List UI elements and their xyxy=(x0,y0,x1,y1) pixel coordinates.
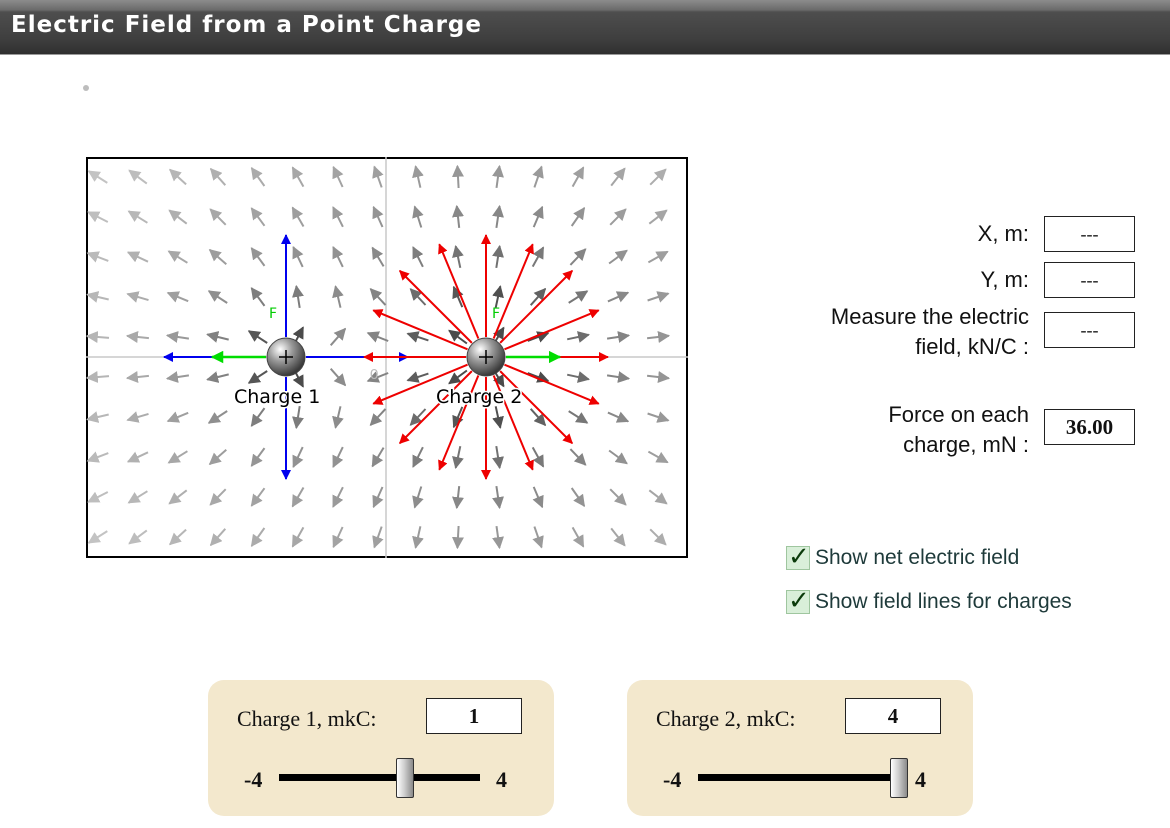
y-label: Y, m: xyxy=(980,267,1029,292)
field-canvas[interactable]: 0 Charge 1 Charge 2 F F xyxy=(86,157,688,558)
show-net-field-label[interactable]: Show net electric field xyxy=(815,546,1019,570)
charge2-force-label: F xyxy=(492,306,500,322)
charge1-slider-max: 4 xyxy=(496,767,507,792)
e-field-label-line2: field, kN/C : xyxy=(915,334,1029,359)
net-field-arrow xyxy=(451,164,464,189)
charge2-slider-track[interactable] xyxy=(698,774,899,781)
charge1-value-input[interactable]: 1 xyxy=(426,698,522,734)
e-field-label-line1: Measure the electric xyxy=(830,304,1029,329)
charge2-slider-min: -4 xyxy=(663,767,682,792)
charge2-value-input[interactable]: 4 xyxy=(845,698,941,734)
force-value: 36.00 xyxy=(1044,409,1135,445)
force-label-line2: charge, mN : xyxy=(903,432,1029,457)
charge1-label: Charge 1 xyxy=(234,386,320,408)
x-value: --- xyxy=(1044,216,1135,252)
checkbox-box[interactable]: ✓ xyxy=(786,586,810,616)
field-panel[interactable]: 0 Charge 1 Charge 2 F F xyxy=(86,157,688,558)
y-value: --- xyxy=(1044,262,1135,298)
show-net-field-checkbox[interactable]: ✓ Show net electric field xyxy=(786,542,1019,572)
charge1-slider-min: -4 xyxy=(244,767,263,792)
charge2-sphere[interactable] xyxy=(466,337,506,377)
charge2-label: Charge 2 xyxy=(436,386,522,408)
charge1-control-label: Charge 1, mkC: xyxy=(237,706,377,731)
force-label-line1: Force on each xyxy=(888,402,1029,427)
charge2-control-panel: Charge 2, mkC: 4 -4 4 xyxy=(627,680,973,816)
charge2-control-label: Charge 2, mkC: xyxy=(656,706,796,731)
app-title: Electric Field from a Point Charge xyxy=(11,12,482,38)
check-icon: ✓ xyxy=(788,586,810,616)
charge1-control-panel: Charge 1, mkC: 1 -4 4 xyxy=(208,680,554,816)
show-field-lines-checkbox[interactable]: ✓ Show field lines for charges xyxy=(786,586,1072,616)
charge1-force-label: F xyxy=(269,306,277,322)
show-field-lines-label[interactable]: Show field lines for charges xyxy=(815,590,1072,614)
e-field-value: --- xyxy=(1044,312,1135,348)
charge1-slider-track[interactable] xyxy=(279,774,480,781)
checkbox-box[interactable]: ✓ xyxy=(786,542,810,572)
cursor-dot xyxy=(83,85,89,91)
charge2-slider-thumb[interactable] xyxy=(890,758,908,798)
charge2-slider-max: 4 xyxy=(915,767,926,792)
charge1-sphere[interactable] xyxy=(266,337,306,377)
title-bar: Electric Field from a Point Charge xyxy=(0,0,1170,55)
origin-label: 0 xyxy=(370,366,378,383)
x-label: X, m: xyxy=(977,221,1029,246)
net-field-arrow xyxy=(451,525,464,550)
charge1-slider-thumb[interactable] xyxy=(395,758,414,798)
check-icon: ✓ xyxy=(788,542,810,572)
